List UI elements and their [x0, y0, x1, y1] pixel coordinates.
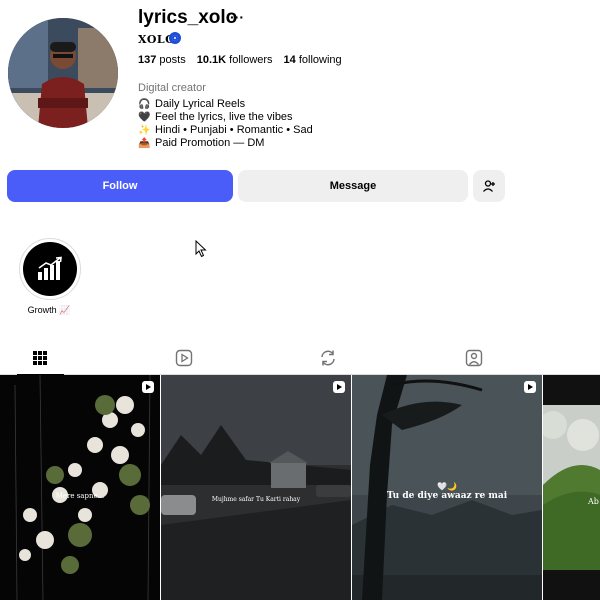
- followers-label: followers: [229, 54, 273, 66]
- tagged-icon: [465, 349, 483, 367]
- bio-line: 📤 Paid Promotion — DM: [138, 137, 313, 150]
- post-tile[interactable]: Ab: [543, 375, 600, 600]
- profile-category: Digital creator: [138, 82, 206, 94]
- bio-line: ✨ Hindi • Punjabi • Romantic • Sad: [138, 124, 313, 137]
- suggest-user-button[interactable]: [473, 170, 505, 202]
- post-thumbnail: [543, 375, 600, 600]
- post-tile[interactable]: Mere sapne...: [0, 375, 160, 600]
- profile-bio: 🎧 Daily Lyrical Reels 🖤 Feel the lyrics, l…: [138, 98, 313, 150]
- verified-badge-icon: [169, 32, 181, 44]
- post-caption: Mere sapne...: [55, 492, 105, 500]
- following-label: following: [298, 54, 342, 66]
- following-stat[interactable]: 14 following: [284, 54, 342, 66]
- post-caption: Ab: [588, 497, 599, 506]
- tab-tagged[interactable]: [462, 346, 486, 370]
- more-options-icon[interactable]: ···: [230, 9, 244, 25]
- bio-text: Feel the lyrics, live the vibes: [155, 111, 293, 123]
- follow-button[interactable]: Follow: [7, 170, 233, 202]
- bio-text: Daily Lyrical Reels: [155, 98, 246, 110]
- highlight-growth[interactable]: [23, 242, 77, 296]
- headphones-icon: 🎧: [138, 99, 151, 110]
- profile-username: lyrics_xolo: [138, 7, 238, 28]
- followers-stat[interactable]: 10.1K followers: [197, 54, 273, 66]
- posts-stat[interactable]: 137 posts: [138, 54, 186, 66]
- tab-posts[interactable]: [28, 346, 52, 370]
- add-user-icon: [483, 180, 495, 192]
- posts-label: posts: [159, 54, 186, 66]
- profile-avatar[interactable]: [8, 18, 118, 128]
- post-caption-emoji: 🤍🌙: [437, 482, 457, 491]
- followers-count: 10.1K: [196, 54, 227, 66]
- bio-line: 🎧 Daily Lyrical Reels: [138, 98, 313, 111]
- following-count: 14: [283, 54, 296, 66]
- highlight-label: Growth 📈: [27, 305, 71, 315]
- bio-text: Hindi • Punjabi • Romantic • Sad: [155, 124, 313, 136]
- message-button[interactable]: Message: [238, 170, 468, 202]
- reel-indicator-icon: [142, 381, 154, 393]
- reels-icon: [175, 349, 193, 367]
- post-thumbnail: [161, 375, 351, 600]
- post-tile[interactable]: Mujhme safar Tu Karti rahay: [161, 375, 351, 600]
- mouse-cursor-icon: [195, 240, 207, 258]
- tab-reels[interactable]: [172, 346, 196, 370]
- post-caption: Mujhme safar Tu Karti rahay: [211, 496, 301, 503]
- sparkles-icon: ✨: [138, 125, 151, 136]
- heart-icon: 🖤: [138, 112, 151, 123]
- repost-icon: [321, 350, 335, 366]
- post-caption: Tu de diye awaaz re mai: [386, 491, 508, 501]
- profile-stats: 137 posts 10.1K followers 14 following: [138, 54, 342, 66]
- growth-chart-icon: [38, 256, 62, 280]
- post-thumbnail: [0, 375, 160, 600]
- posts-count: 137: [138, 54, 157, 66]
- bio-line: 🖤 Feel the lyrics, live the vibes: [138, 111, 313, 124]
- grid-icon: [33, 351, 47, 365]
- reel-indicator-icon: [524, 381, 536, 393]
- outbox-icon: 📤: [138, 138, 151, 149]
- tab-reposts[interactable]: [316, 346, 340, 370]
- reel-indicator-icon: [333, 381, 345, 393]
- post-tile[interactable]: 🤍🌙 Tu de diye awaaz re mai: [352, 375, 542, 600]
- bio-text: Paid Promotion — DM: [155, 137, 265, 149]
